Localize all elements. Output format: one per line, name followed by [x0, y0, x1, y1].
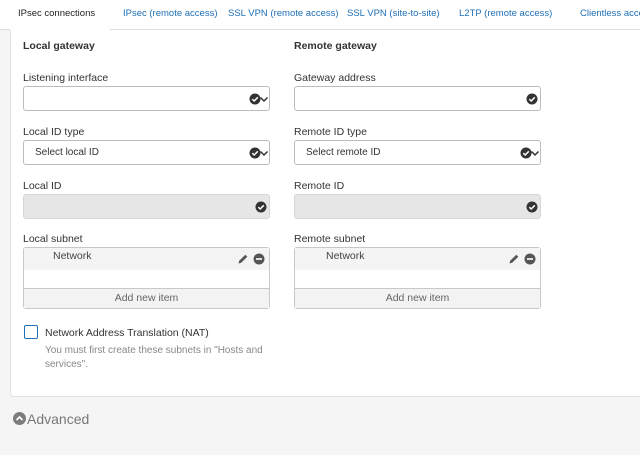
remote-id-type-label: Remote ID type: [294, 126, 367, 138]
pencil-icon[interactable]: [508, 253, 520, 265]
remote-id-type-select[interactable]: Select remote ID: [294, 140, 541, 165]
chevron-down-icon: [259, 96, 269, 103]
nat-label: Network Address Translation (NAT): [45, 327, 209, 339]
local-subnet-label: Local subnet: [23, 233, 83, 245]
tab-ssl-vpn-remote-access[interactable]: SSL VPN (remote access): [228, 0, 339, 30]
remote-subnet-list: Network Add new item: [294, 247, 541, 309]
remove-circle-icon[interactable]: [524, 253, 536, 265]
list-item[interactable]: Network: [24, 248, 269, 270]
gateway-address-select[interactable]: [294, 86, 541, 111]
check-circle-icon: [526, 201, 538, 213]
local-add-new-item-button[interactable]: Add new item: [24, 288, 269, 308]
local-id-type-label: Local ID type: [23, 126, 85, 138]
tab-ipsec-connections[interactable]: IPsec connections: [10, 0, 110, 30]
remote-subnet-item-label: Network: [326, 250, 365, 262]
advanced-label: Advanced: [27, 411, 90, 427]
remove-circle-icon[interactable]: [253, 253, 265, 265]
local-subnet-list: Network Add new item: [23, 247, 270, 309]
local-id-type-value: Select local ID: [35, 147, 99, 158]
tab-l2tp-remote-access[interactable]: L2TP (remote access): [459, 0, 552, 30]
pencil-icon[interactable]: [237, 253, 249, 265]
list-item[interactable]: Network: [295, 248, 540, 270]
local-id-input: [23, 194, 270, 219]
check-circle-icon: [526, 93, 538, 105]
remote-id-label: Remote ID: [294, 180, 345, 192]
tab-bar: IPsec connections IPsec (remote access) …: [0, 0, 640, 30]
advanced-toggle[interactable]: Advanced: [13, 411, 89, 427]
tab-ssl-vpn-site-to-site[interactable]: SSL VPN (site-to-site): [347, 0, 440, 30]
remote-gateway-heading: Remote gateway: [294, 40, 377, 52]
local-gateway-heading: Local gateway: [23, 40, 95, 52]
remote-id-input: [294, 194, 541, 219]
chevron-down-icon: [259, 150, 269, 157]
local-id-type-select[interactable]: Select local ID: [23, 140, 270, 165]
nat-help-text: You must first create these subnets in "…: [45, 345, 263, 370]
tab-ipsec-remote-access[interactable]: IPsec (remote access): [123, 0, 218, 30]
remote-subnet-label: Remote subnet: [294, 233, 366, 245]
remote-id-type-value: Select remote ID: [306, 147, 381, 158]
listening-interface-select[interactable]: [23, 86, 270, 111]
chevron-down-icon: [530, 150, 540, 157]
remote-add-new-item-button[interactable]: Add new item: [295, 288, 540, 308]
local-subnet-item-label: Network: [53, 250, 92, 262]
tab-clientless-access[interactable]: Clientless acce: [580, 0, 640, 30]
gateway-settings-panel: Local gateway Listening interface Local …: [10, 30, 640, 397]
listening-interface-label: Listening interface: [23, 72, 109, 84]
nat-checkbox[interactable]: [24, 325, 38, 339]
gateway-address-label: Gateway address: [294, 72, 376, 84]
local-id-label: Local ID: [23, 180, 62, 192]
check-circle-icon: [255, 201, 267, 213]
chevron-up-icon: [13, 412, 26, 425]
